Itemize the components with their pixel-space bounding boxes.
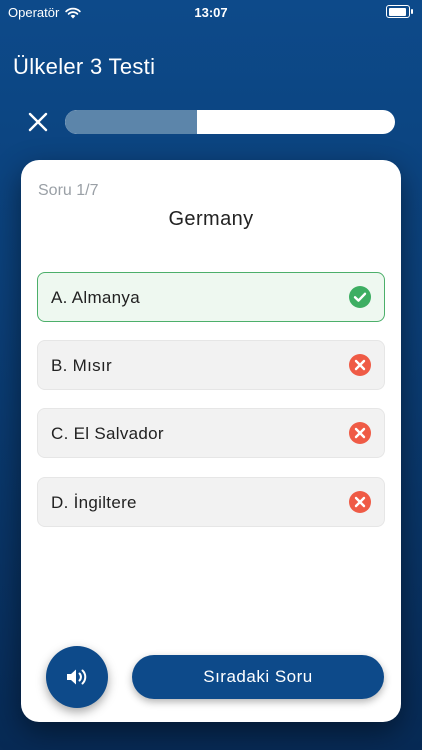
option-label: A. Almanya	[51, 288, 140, 307]
option-label: D. İngiltere	[51, 493, 137, 512]
page-title: Ülkeler 3 Testi	[13, 54, 156, 79]
x-circle-icon	[349, 422, 371, 444]
progress-fill	[65, 110, 197, 134]
next-question-button[interactable]: Sıradaki Soru	[132, 655, 384, 699]
progress-bar	[65, 110, 395, 134]
option-d[interactable]: D. İngiltere	[37, 477, 385, 527]
option-label: C. El Salvador	[51, 424, 164, 443]
status-bar: Operatör 13:07	[0, 0, 422, 26]
option-b[interactable]: B. Mısır	[37, 340, 385, 390]
question-counter: Soru 1/7	[38, 182, 99, 199]
question-card: Soru 1/7 Germany A. Almanya B. Mısır C. …	[21, 160, 401, 722]
option-a[interactable]: A. Almanya	[37, 272, 385, 322]
question-text: Germany	[168, 208, 254, 230]
close-icon	[28, 112, 48, 132]
speaker-icon	[67, 669, 87, 685]
option-label: B. Mısır	[51, 356, 112, 375]
x-circle-icon	[349, 491, 371, 513]
check-circle-icon	[349, 286, 371, 308]
option-c[interactable]: C. El Salvador	[37, 408, 385, 458]
sound-button[interactable]	[46, 646, 108, 708]
battery-icon	[386, 5, 413, 18]
status-time: 13:07	[194, 5, 228, 20]
x-circle-icon	[349, 354, 371, 376]
close-button[interactable]	[24, 108, 52, 136]
